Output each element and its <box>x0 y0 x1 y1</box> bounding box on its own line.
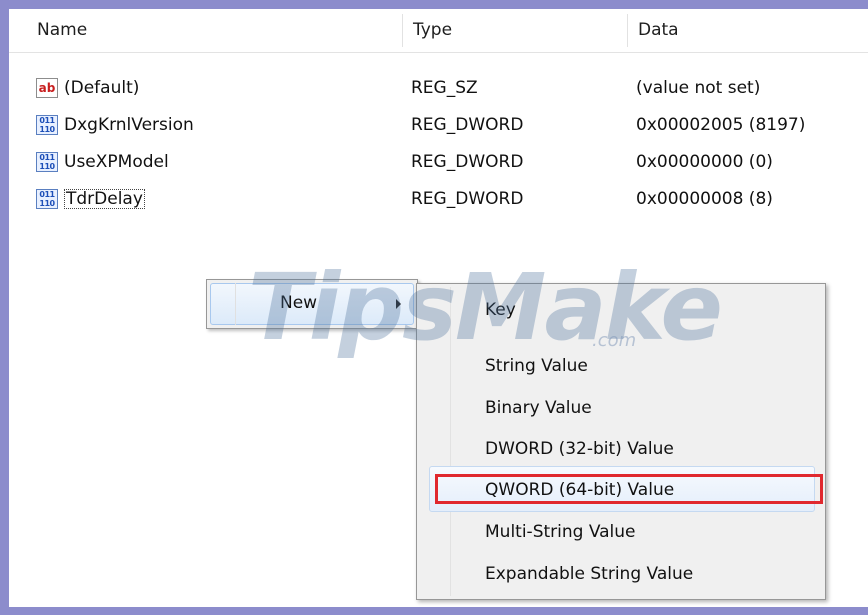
submenu-item-key[interactable]: Key <box>485 290 516 330</box>
column-header-name[interactable]: Name <box>27 9 403 52</box>
submenu-item-binary-value[interactable]: Binary Value <box>485 388 592 428</box>
value-name: UseXPModel <box>64 152 169 172</box>
column-header-data[interactable]: Data <box>628 9 868 52</box>
menu-gutter <box>235 283 236 325</box>
value-type: REG_DWORD <box>411 115 524 135</box>
value-data: 0x00000000 (0) <box>636 152 773 172</box>
highlight-annotation-box <box>435 474 823 504</box>
new-submenu: Key String Value Binary Value DWORD (32-… <box>416 283 826 600</box>
value-data: 0x00002005 (8197) <box>636 115 806 135</box>
submenu-item-string-value[interactable]: String Value <box>485 346 588 386</box>
submenu-item-expandable-string-value[interactable]: Expandable String Value <box>485 554 693 594</box>
binary-value-icon: 011 110 <box>36 115 58 135</box>
context-menu: New <box>206 279 418 329</box>
menu-gutter <box>450 287 451 596</box>
value-data: 0x00000008 (8) <box>636 189 773 209</box>
value-name: DxgKrnlVersion <box>64 115 194 135</box>
focused-value-name: TdrDelay <box>64 189 145 209</box>
binary-value-icon: 011 110 <box>36 152 58 172</box>
table-row[interactable]: 011 110 UseXPModel REG_DWORD 0x00000000 … <box>9 147 868 177</box>
table-row[interactable]: ab (Default) REG_SZ (value not set) <box>9 73 868 103</box>
menu-item-new[interactable]: New <box>280 280 317 326</box>
value-type: REG_SZ <box>411 78 478 98</box>
submenu-item-multi-string-value[interactable]: Multi-String Value <box>485 512 636 552</box>
string-value-icon: ab <box>36 78 58 98</box>
submenu-item-dword-value[interactable]: DWORD (32-bit) Value <box>485 429 674 469</box>
value-type: REG_DWORD <box>411 189 524 209</box>
binary-value-icon: 011 110 <box>36 189 58 209</box>
chevron-right-icon <box>396 299 401 309</box>
table-row[interactable]: 011 110 TdrDelay REG_DWORD 0x00000008 (8… <box>9 184 868 214</box>
table-row[interactable]: 011 110 DxgKrnlVersion REG_DWORD 0x00002… <box>9 110 868 140</box>
value-name: TdrDelay <box>64 184 145 214</box>
column-header: Name Type Data <box>9 9 868 53</box>
value-type: REG_DWORD <box>411 152 524 172</box>
value-name: (Default) <box>64 78 140 98</box>
column-header-type[interactable]: Type <box>403 9 627 52</box>
value-data: (value not set) <box>636 78 761 98</box>
